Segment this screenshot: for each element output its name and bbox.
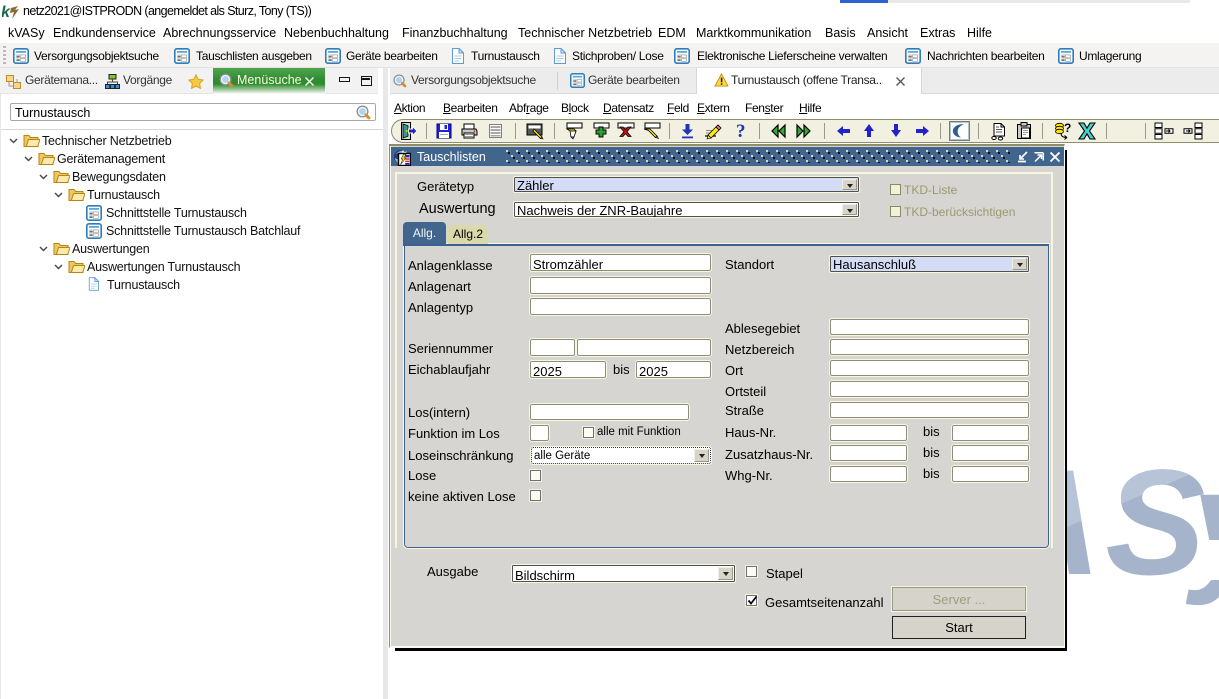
svg-text:k: k bbox=[2, 4, 11, 21]
svg-text:?: ? bbox=[736, 122, 746, 140]
svg-text:?: ? bbox=[1064, 122, 1071, 135]
